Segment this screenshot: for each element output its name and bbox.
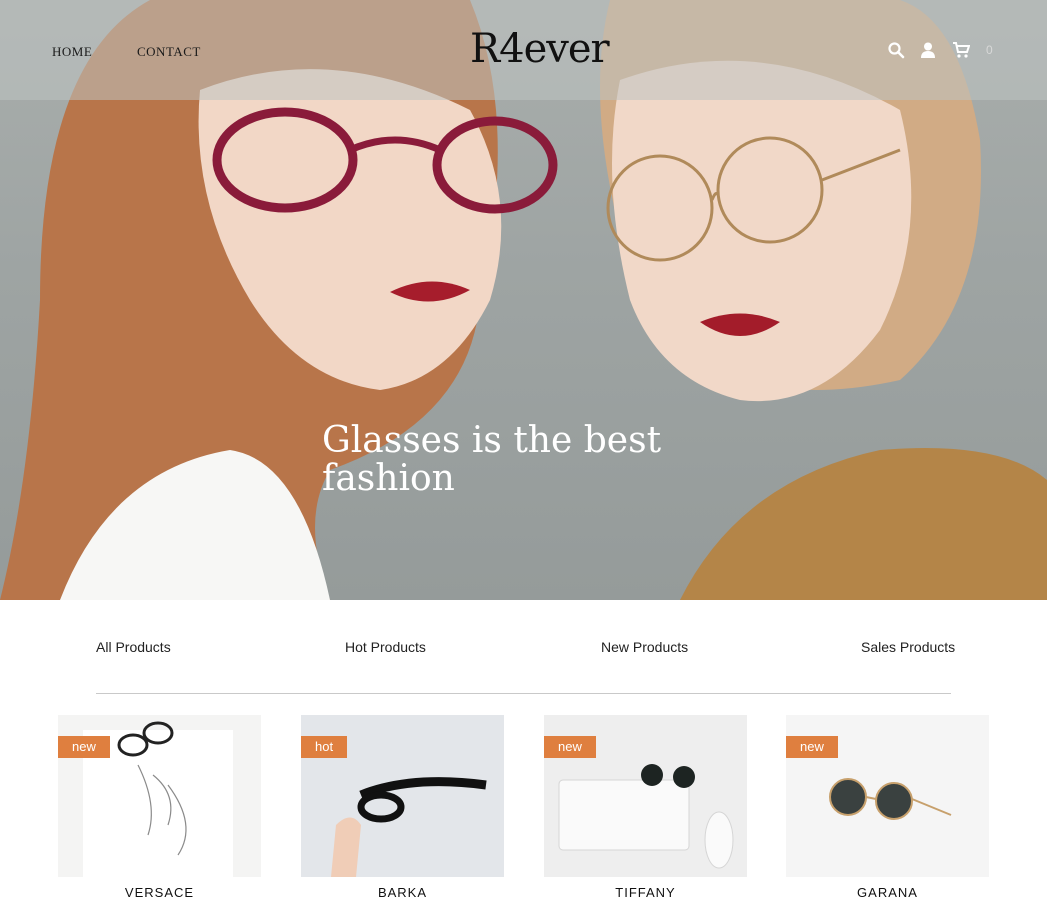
cart-icon[interactable] xyxy=(952,41,970,59)
tab-hot-products[interactable]: Hot Products xyxy=(345,639,426,655)
product-name[interactable]: GARANA xyxy=(786,885,989,900)
product-card-versace[interactable]: new xyxy=(58,715,261,877)
tab-new-products[interactable]: New Products xyxy=(601,639,688,655)
hero-banner: HOME CONTACT R4ever 0 Glasses is the bes… xyxy=(0,0,1047,600)
nav-home-link[interactable]: HOME xyxy=(52,44,92,60)
product-badge: new xyxy=(544,736,596,758)
product-name[interactable]: TIFFANY xyxy=(544,885,747,900)
tab-sales-products[interactable]: Sales Products xyxy=(861,639,955,655)
user-icon[interactable] xyxy=(919,41,937,59)
tabs-divider xyxy=(96,693,951,694)
product-card-barka[interactable]: hot xyxy=(301,715,504,877)
site-header: HOME CONTACT R4ever 0 xyxy=(0,0,1047,100)
hero-title: Glasses is the best fashion xyxy=(322,420,662,499)
product-badge: hot xyxy=(301,736,348,758)
product-name[interactable]: VERSACE xyxy=(58,885,261,900)
product-badge: new xyxy=(58,736,110,758)
product-name[interactable]: BARKA xyxy=(301,885,504,900)
nav-contact-link[interactable]: CONTACT xyxy=(137,44,201,60)
search-icon[interactable] xyxy=(887,41,905,59)
product-card-tiffany[interactable]: new xyxy=(544,715,747,877)
tab-all-products[interactable]: All Products xyxy=(96,639,171,655)
site-logo[interactable]: R4ever xyxy=(470,26,610,72)
product-badge: new xyxy=(786,736,838,758)
cart-count: 0 xyxy=(986,43,993,57)
product-card-garana[interactable]: new xyxy=(786,715,989,877)
